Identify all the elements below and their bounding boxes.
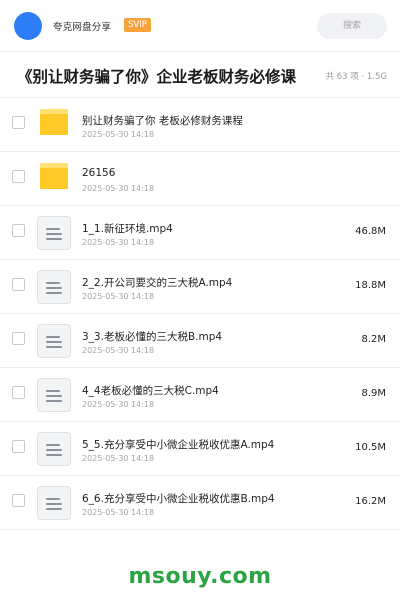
svip-badge: SVIP <box>124 18 151 32</box>
file-name: 3_3.老板必懂的三大税B.mp4 <box>82 331 223 343</box>
file-date: 2025-05-30 14:18 <box>82 346 155 355</box>
file-size: 8.2M <box>361 334 386 345</box>
file-name: 别让财务骗了你 老板必修财务课程 <box>82 115 243 127</box>
file-name: 5_5.充分享受中小微企业税收优惠A.mp4 <box>82 439 275 451</box>
share-title-bar: 《别让财务骗了你》企业老板财务必修课 共 63 项 · 1.5G <box>0 52 400 98</box>
file-name: 26156 <box>82 167 116 179</box>
file-row[interactable]: 别让财务骗了你 老板必修财务课程 2025-05-30 14:18 <box>0 98 400 152</box>
row-checkbox[interactable] <box>12 278 25 291</box>
file-size: 8.9M <box>361 388 386 399</box>
file-date: 2025-05-30 14:18 <box>82 454 155 463</box>
folder-icon <box>40 109 68 135</box>
file-name: 2_2.开公司要交的三大税A.mp4 <box>82 277 233 289</box>
file-date: 2025-05-30 14:18 <box>82 238 155 247</box>
share-owner-name: 夸克网盘分享 <box>53 22 112 33</box>
footer: msouy.com <box>0 548 400 600</box>
row-checkbox[interactable] <box>12 332 25 345</box>
page-title: 《别让财务骗了你》企业老板财务必修课 <box>17 68 297 86</box>
file-date: 2025-05-30 14:18 <box>82 508 155 517</box>
file-row[interactable]: 6_6.充分享受中小微企业税收优惠B.mp4 2025-05-30 14:18 … <box>0 476 400 530</box>
site-watermark: msouy.com <box>128 564 272 589</box>
video-file-icon <box>37 432 71 466</box>
file-size: 18.8M <box>355 280 386 291</box>
file-size: 46.8M <box>355 226 386 237</box>
search-input[interactable] <box>317 13 387 39</box>
row-checkbox[interactable] <box>12 224 25 237</box>
row-checkbox[interactable] <box>12 386 25 399</box>
file-date: 2025-05-30 14:18 <box>82 400 155 409</box>
file-name: 6_6.充分享受中小微企业税收优惠B.mp4 <box>82 493 275 505</box>
video-file-icon <box>37 270 71 304</box>
row-checkbox[interactable] <box>12 170 25 183</box>
video-file-icon <box>37 378 71 412</box>
file-row[interactable]: 4_4老板必懂的三大税C.mp4 2025-05-30 14:18 8.9M <box>0 368 400 422</box>
file-row[interactable]: 1_1.新征环境.mp4 2025-05-30 14:18 46.8M <box>0 206 400 260</box>
row-checkbox[interactable] <box>12 440 25 453</box>
app-header: 夸克网盘分享 SVIP <box>0 0 400 52</box>
row-checkbox[interactable] <box>12 116 25 129</box>
video-file-icon <box>37 216 71 250</box>
video-file-icon <box>37 486 71 520</box>
video-file-icon <box>37 324 71 358</box>
file-name: 1_1.新征环境.mp4 <box>82 223 173 235</box>
file-date: 2025-05-30 14:18 <box>82 130 155 139</box>
folder-icon <box>40 163 68 189</box>
file-size: 16.2M <box>355 496 386 507</box>
file-size: 10.5M <box>355 442 386 453</box>
item-count-size: 共 63 项 · 1.5G <box>325 72 387 82</box>
file-date: 2025-05-30 14:18 <box>82 184 155 193</box>
avatar[interactable] <box>14 12 42 40</box>
file-row[interactable]: 2_2.开公司要交的三大税A.mp4 2025-05-30 14:18 18.8… <box>0 260 400 314</box>
file-row[interactable]: 5_5.充分享受中小微企业税收优惠A.mp4 2025-05-30 14:18 … <box>0 422 400 476</box>
file-name: 4_4老板必懂的三大税C.mp4 <box>82 385 219 397</box>
file-date: 2025-05-30 14:18 <box>82 292 155 301</box>
row-checkbox[interactable] <box>12 494 25 507</box>
file-row[interactable]: 3_3.老板必懂的三大税B.mp4 2025-05-30 14:18 8.2M <box>0 314 400 368</box>
file-row[interactable]: 26156 2025-05-30 14:18 <box>0 152 400 206</box>
file-list: 别让财务骗了你 老板必修财务课程 2025-05-30 14:18 26156 … <box>0 98 400 530</box>
